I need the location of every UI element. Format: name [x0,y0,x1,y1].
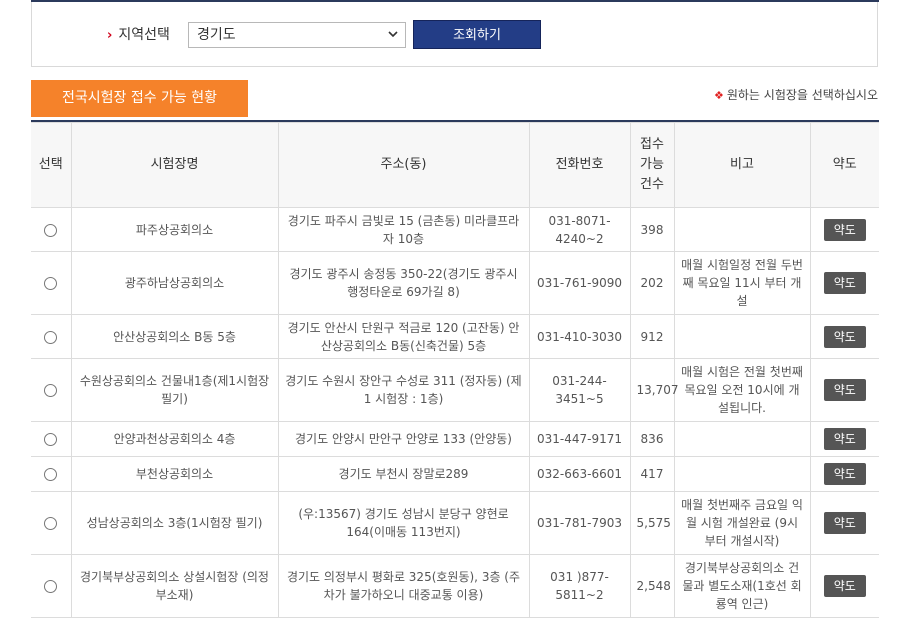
test-site-table: 선택 시험장명 주소(동) 전화번호 접수 가능 건수 비고 약도 파주상공회의… [31,122,879,618]
select-radio[interactable] [44,517,58,530]
search-button[interactable]: 조회하기 [413,20,541,49]
site-name: 안산상공회의소 B동 5층 [70,314,279,359]
site-count: 417 [629,456,675,492]
table-header-row: 선택 시험장명 주소(동) 전화번호 접수 가능 건수 비고 약도 [31,122,879,208]
map-button[interactable]: 약도 [823,272,866,294]
select-notice: ❖ 원하는 시험장을 선택하십시오 [713,88,878,102]
table-row: 안양과천상공회의소 4층 경기도 안양시 만안구 안양로 133 (안양동) 0… [31,421,879,457]
map-button[interactable]: 약도 [823,463,866,485]
site-address: 경기도 파주시 금빛로 15 (금촌동) 미라클프라자 10층 [277,207,530,252]
site-note: 매월 시험일정 전월 두번째 목요일 11시 부터 개설 [673,251,811,315]
site-phone: 031-244-3451~5 [528,358,631,422]
select-radio[interactable] [44,330,58,344]
region-select[interactable]: 경기도 [188,22,406,48]
site-note: 매월 시험은 전월 첫번째 목요일 오전 10시에 개설됩니다. [673,358,811,422]
site-count: 836 [629,421,675,457]
site-note: 매월 첫번째주 금요일 익월 시험 개설완료 (9시부터 개설시작) [673,491,811,555]
site-name: 광주하남상공회의소 [70,251,279,315]
table-row: 경기북부상공회의소 상설시험장 (의정부소재) 경기도 의정부시 평화로 325… [31,554,879,618]
site-note [673,207,811,252]
site-phone: 031 )877-5811~2 [528,554,631,618]
site-count: 13,707 [629,358,679,422]
site-phone: 031-8071-4240~2 [528,207,631,252]
chevron-right-icon: › [107,28,113,43]
table-row: 파주상공회의소 경기도 파주시 금빛로 15 (금촌동) 미라클프라자 10층 … [31,207,879,252]
select-radio[interactable] [44,384,58,397]
site-name: 성남상공회의소 3층(1시험장 필기) [70,491,279,555]
site-note: 경기북부상공회의소 건물과 별도소재(1호선 회룡역 인근) [673,554,811,618]
site-note [673,314,811,359]
table-row: 부천상공회의소 경기도 부천시 장말로289 032-663-6601 417 … [31,456,879,492]
site-phone: 031-410-3030 [528,314,631,359]
site-name: 파주상공회의소 [70,207,279,252]
map-button[interactable]: 약도 [823,379,866,401]
select-radio[interactable] [44,277,58,290]
region-label: › 지역선택 [107,27,170,43]
map-button[interactable]: 약도 [823,512,866,534]
header-map: 약도 [809,122,879,208]
search-panel: › 지역선택 경기도 조회하기 [31,2,878,67]
table-row: 광주하남상공회의소 경기도 광주시 송정동 350-22(경기도 광주시 행정타… [31,251,879,315]
site-note [673,456,811,492]
site-phone: 032-663-6601 [528,456,631,492]
site-note [673,421,811,457]
bullet-icon: ❖ [713,89,724,102]
site-address: 경기도 안양시 만안구 안양로 133 (안양동) [277,421,530,457]
section-tab: 전국시험장 접수 가능 현황 [31,80,248,117]
header-phone: 전화번호 [528,122,631,208]
site-phone: 031-761-9090 [528,251,631,315]
select-radio[interactable] [44,468,58,481]
map-button[interactable]: 약도 [823,428,866,450]
site-count: 912 [629,314,675,359]
site-address: 경기도 안산시 단원구 적금로 120 (고잔동) 안산상공회의소 B동(신축건… [277,314,530,359]
site-count: 5,575 [629,491,675,555]
site-count: 398 [629,207,675,252]
header-count: 접수 가능 건수 [629,122,675,208]
site-address: 경기도 의정부시 평화로 325(호원동), 3층 (주차가 불가하오니 대중교… [277,554,530,618]
table-row: 성남상공회의소 3층(1시험장 필기) (우:13567) 경기도 성남시 분당… [31,491,879,555]
header-select: 선택 [31,122,72,208]
site-count: 2,548 [629,554,675,618]
table-row: 수원상공회의소 건물내1층(제1시험장 필기) 경기도 수원시 장안구 수성로 … [31,358,879,422]
site-name: 안양과천상공회의소 4층 [70,421,279,457]
map-button[interactable]: 약도 [823,575,866,597]
select-radio[interactable] [44,223,58,237]
site-name: 경기북부상공회의소 상설시험장 (의정부소재) [70,554,279,618]
table-row: 안산상공회의소 B동 5층 경기도 안산시 단원구 적금로 120 (고잔동) … [31,314,879,359]
site-name: 수원상공회의소 건물내1층(제1시험장 필기) [70,358,279,422]
site-phone: 031-447-9171 [528,421,631,457]
site-address: (우:13567) 경기도 성남시 분당구 양현로 164(이매동 113번지) [277,491,530,555]
select-radio[interactable] [44,580,58,593]
map-button[interactable]: 약도 [823,325,866,348]
site-count: 202 [629,251,675,315]
site-name: 부천상공회의소 [70,456,279,492]
header-name: 시험장명 [70,122,279,208]
select-radio[interactable] [44,433,58,446]
map-button[interactable]: 약도 [823,218,866,241]
header-note: 비고 [673,122,811,208]
site-address: 경기도 광주시 송정동 350-22(경기도 광주시 행정타운로 69가길 8) [277,251,530,315]
header-address: 주소(동) [277,122,530,208]
site-address: 경기도 부천시 장말로289 [277,456,530,492]
site-phone: 031-781-7903 [528,491,631,555]
chevron-down-icon [388,31,398,38]
site-address: 경기도 수원시 장안구 수성로 311 (정자동) (제 1 시험장 : 1층) [277,358,530,422]
